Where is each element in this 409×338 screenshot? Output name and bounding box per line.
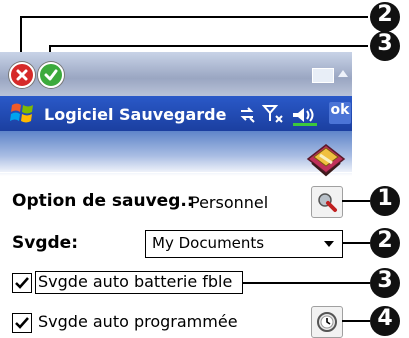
svgde-selected-value: My Documents — [152, 234, 265, 252]
keyboard-icon[interactable] — [312, 68, 334, 83]
input-panel-arrow-icon[interactable] — [338, 70, 348, 77]
check-icon — [44, 69, 58, 81]
callout-2: 2 — [370, 228, 400, 258]
option-label: Option de sauveg.: — [12, 191, 194, 211]
option-value: Personnel — [190, 193, 269, 212]
callout-line-3-top-horizontal — [50, 45, 368, 47]
confirm-button[interactable] — [38, 62, 64, 88]
connectivity-icon[interactable] — [238, 105, 256, 123]
close-button[interactable] — [9, 62, 35, 88]
scheduled-label[interactable]: Svgde auto programmée — [38, 312, 238, 331]
checkbox-scheduled[interactable] — [12, 313, 32, 333]
callout-1: 1 — [370, 186, 400, 216]
callout-line-3 — [242, 282, 370, 284]
volume-icon[interactable] — [290, 103, 322, 127]
callout-line-2-top-horizontal — [21, 16, 368, 18]
callout-line-1 — [342, 200, 370, 202]
callout-line-2 — [342, 242, 370, 244]
callout-4: 4 — [370, 306, 400, 336]
check-mark-icon — [15, 317, 29, 329]
windows-flag-icon[interactable] — [8, 101, 36, 125]
check-mark-icon — [15, 277, 29, 289]
header-band — [0, 131, 352, 176]
callout-line-4 — [342, 320, 370, 322]
header-band-divider — [0, 172, 352, 173]
options-icon — [318, 193, 337, 212]
options-button[interactable] — [311, 186, 343, 218]
ok-button[interactable]: ok — [329, 102, 351, 124]
svgde-dropdown[interactable]: My Documents — [145, 230, 343, 258]
callout-2-top: 2 — [370, 2, 400, 32]
checkbox-low-battery[interactable] — [12, 273, 32, 293]
callout-3-top: 3 — [370, 31, 400, 61]
callout-3: 3 — [370, 268, 400, 298]
schedule-button[interactable] — [311, 306, 343, 338]
low-battery-label[interactable]: Svgde auto batterie fble — [38, 272, 232, 291]
signal-icon[interactable] — [262, 104, 284, 124]
close-icon — [16, 69, 28, 81]
svgde-label: Svgde: — [12, 233, 78, 253]
backup-app-icon — [306, 144, 346, 177]
clock-icon — [317, 312, 337, 332]
page-title: Logiciel Sauvegarde — [44, 105, 227, 124]
chevron-down-icon — [324, 241, 334, 247]
